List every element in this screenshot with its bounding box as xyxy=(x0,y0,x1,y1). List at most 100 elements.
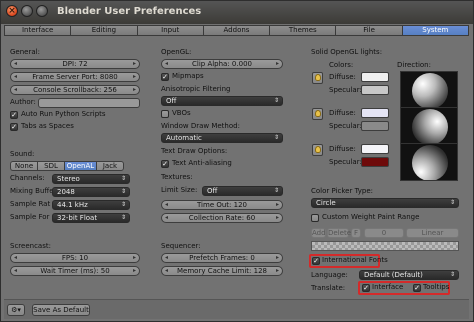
window-draw-label: Window Draw Method: xyxy=(161,122,240,130)
save-as-default-button[interactable]: Save As Default xyxy=(32,304,90,316)
opengl-header: OpenGL: xyxy=(161,48,192,56)
increment-icon: ▸ xyxy=(275,254,279,261)
light-3-direction-sphere[interactable] xyxy=(400,143,458,181)
anisotropic-value: Off xyxy=(166,97,177,105)
ramp-flip-button[interactable]: F xyxy=(351,228,361,238)
custom-weight-paint-checkbox[interactable] xyxy=(311,214,319,222)
preferences-icon: ⚙▾ xyxy=(11,306,21,314)
light-2-diffuse-swatch[interactable] xyxy=(361,108,389,118)
light-1-toggle[interactable] xyxy=(312,72,323,84)
tab-file[interactable]: File xyxy=(335,25,402,36)
international-fonts-checkbox[interactable]: ✓ xyxy=(312,257,320,265)
console-scrollback-value: Console Scrollback: 256 xyxy=(33,86,117,94)
updown-icon: ⇕ xyxy=(449,199,455,206)
language-select[interactable]: Default (Default) ⇕ xyxy=(359,270,459,280)
frame-server-port-field[interactable]: ◂ Frame Server Port: 8080 ▸ xyxy=(10,72,140,82)
translate-label: Translate: xyxy=(311,284,346,292)
translate-tooltips-label: Tooltips xyxy=(423,283,450,291)
mipmaps-label: Mipmaps xyxy=(172,72,204,80)
light-3-specular-swatch[interactable] xyxy=(361,157,389,167)
general-header: General: xyxy=(10,48,40,56)
ramp-add-button[interactable]: Add xyxy=(311,228,326,238)
increment-icon: ▸ xyxy=(132,60,136,67)
ramp-delete-button[interactable]: Delete xyxy=(327,228,351,238)
tab-system[interactable]: System xyxy=(401,25,469,36)
tab-themes[interactable]: Themes xyxy=(269,25,336,36)
author-input[interactable] xyxy=(38,98,140,108)
ramp-interpolation-select[interactable]: Linear xyxy=(406,228,459,238)
dpi-field[interactable]: ◂ DPI: 72 ▸ xyxy=(10,59,140,69)
time-out-field[interactable]: ◂ Time Out: 120 ▸ xyxy=(161,200,283,210)
tab-editing[interactable]: Editing xyxy=(70,25,137,36)
decrement-icon: ◂ xyxy=(14,73,18,80)
updown-icon: ⇕ xyxy=(449,271,455,278)
light-1-direction-sphere[interactable] xyxy=(400,71,458,109)
prefetch-frames-field[interactable]: ◂ Prefetch Frames: 0 ▸ xyxy=(161,253,283,263)
channels-select[interactable]: Stereo ⇕ xyxy=(52,174,130,184)
wait-timer-field[interactable]: ◂ Wait Timer (ms): 50 ▸ xyxy=(10,266,140,276)
auto-run-python-checkbox[interactable]: ✓ xyxy=(10,111,18,119)
time-out-value: Time Out: 120 xyxy=(197,201,247,209)
window-title: Blender User Preferences xyxy=(57,6,202,17)
solid-lights-header: Solid OpenGL lights: xyxy=(311,48,383,56)
decrement-icon: ◂ xyxy=(165,60,169,67)
light-3-toggle[interactable] xyxy=(312,144,323,156)
increment-icon: ▸ xyxy=(132,254,136,261)
decrement-icon: ◂ xyxy=(165,254,169,261)
sample-format-select[interactable]: 32-bit Float ⇕ xyxy=(52,213,130,223)
minimize-window-button[interactable] xyxy=(21,5,33,17)
audio-device-openal[interactable]: OpenAL xyxy=(64,161,96,171)
editor-type-menu[interactable]: ⚙▾ xyxy=(7,304,25,316)
clip-alpha-field[interactable]: ◂ Clip Alpha: 0.000 ▸ xyxy=(161,59,283,69)
light-1-diffuse-swatch[interactable] xyxy=(361,72,389,82)
color-picker-select[interactable]: Circle ⇕ xyxy=(311,198,459,208)
dpi-value: DPI: 72 xyxy=(62,60,88,68)
maximize-window-button[interactable] xyxy=(36,5,48,17)
ramp-active-stop-field[interactable]: 0 xyxy=(364,228,404,238)
mixing-buffer-value: 2048 xyxy=(57,188,75,196)
sample-rate-select[interactable]: 44.1 kHz ⇕ xyxy=(52,200,130,210)
light-1-specular-label: Specular: xyxy=(329,86,362,94)
increment-icon: ▸ xyxy=(275,201,279,208)
translate-interface-label: Interface xyxy=(372,283,404,291)
light-3-diffuse-swatch[interactable] xyxy=(361,144,389,154)
custom-weight-paint-label: Custom Weight Paint Range xyxy=(322,213,420,221)
tab-addons[interactable]: Addons xyxy=(202,25,270,36)
screencast-header: Screencast: xyxy=(10,242,51,250)
light-2-toggle[interactable] xyxy=(312,108,323,120)
tab-interface[interactable]: Interface xyxy=(4,25,71,36)
updown-icon: ⇕ xyxy=(120,201,126,208)
console-scrollback-field[interactable]: ◂ Console Scrollback: 256 ▸ xyxy=(10,85,140,95)
mixing-buffer-select[interactable]: 2048 ⇕ xyxy=(52,187,130,197)
tabs-as-spaces-checkbox[interactable]: ✓ xyxy=(10,123,18,131)
close-window-button[interactable]: × xyxy=(6,5,18,17)
increment-icon: ▸ xyxy=(132,267,136,274)
light-1-specular-swatch[interactable] xyxy=(361,85,389,95)
footer-bar: ⚙▾ Save As Default xyxy=(4,299,469,319)
light-3-specular-label: Specular: xyxy=(329,158,362,166)
increment-icon: ▸ xyxy=(132,73,136,80)
audio-device-sdl[interactable]: SDL xyxy=(37,161,64,171)
collection-rate-field[interactable]: ◂ Collection Rate: 60 ▸ xyxy=(161,213,283,223)
memory-cache-limit-field[interactable]: ◂ Memory Cache Limit: 128 ▸ xyxy=(161,266,283,276)
anisotropic-label: Anisotropic Filtering xyxy=(161,85,231,93)
mipmaps-checkbox[interactable]: ✓ xyxy=(161,73,169,81)
tab-input[interactable]: Input xyxy=(136,25,203,36)
limit-size-select[interactable]: Off ⇕ xyxy=(202,186,283,196)
sound-header: Sound: xyxy=(10,150,35,158)
translate-tooltips-checkbox[interactable]: ✓ xyxy=(413,284,421,292)
fps-field[interactable]: ◂ FPS: 10 ▸ xyxy=(10,253,140,263)
light-2-specular-swatch[interactable] xyxy=(361,121,389,131)
translate-interface-checkbox[interactable]: ✓ xyxy=(362,284,370,292)
light-2-direction-sphere[interactable] xyxy=(400,107,458,145)
audio-device-none[interactable]: None xyxy=(10,161,37,171)
decrement-icon: ◂ xyxy=(165,201,169,208)
sample-format-label: Sample For xyxy=(10,213,50,221)
vbos-checkbox[interactable] xyxy=(161,110,169,118)
window-draw-select[interactable]: Automatic ⇕ xyxy=(161,133,283,143)
text-antialiasing-checkbox[interactable]: ✓ xyxy=(161,160,169,168)
sample-rate-label: Sample Rat xyxy=(10,200,51,208)
fps-value: FPS: 10 xyxy=(61,254,89,262)
audio-device-jack[interactable]: Jack xyxy=(96,161,124,171)
anisotropic-select[interactable]: Off ⇕ xyxy=(161,96,283,106)
